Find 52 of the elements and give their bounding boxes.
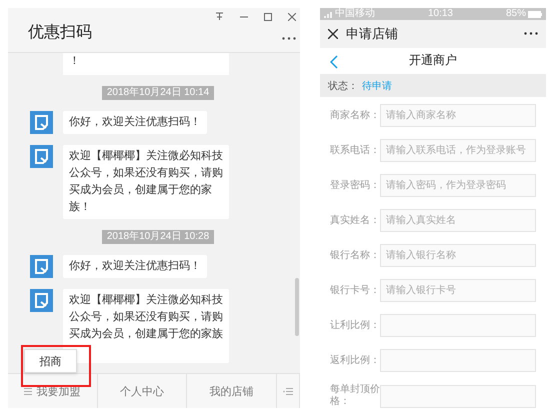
input-field[interactable]: 请输入真实姓名 bbox=[380, 209, 536, 232]
window-title: 优惠扫码 bbox=[28, 22, 92, 43]
field-label: 真实姓名： bbox=[330, 214, 380, 226]
field-label: 返利比例： bbox=[330, 354, 380, 366]
message-bubble: 欢迎【椰椰椰】关注微必知科技公众号，如果还没有购买，请购买成为会员，创建属于您的家族 bbox=[63, 289, 229, 363]
field-label: 商家名称： bbox=[330, 110, 380, 122]
page-title: 申请店铺 bbox=[346, 24, 399, 43]
message-bubble: 欢迎【椰椰椰】关注微必知科技公众号，如果还没有购买，请购买成为会员，创建属于您的家族！ bbox=[63, 145, 229, 219]
timestamp: 2018年10月24日 10:14 bbox=[102, 86, 214, 100]
carrier-label: 中国移动 bbox=[335, 8, 375, 20]
status-value: 待申请 bbox=[362, 80, 392, 93]
avatar-icon bbox=[30, 111, 53, 134]
input-field[interactable]: 请输入银行名称 bbox=[380, 244, 536, 267]
minimize-icon[interactable] bbox=[240, 16, 248, 18]
clock: 10:13 bbox=[428, 8, 453, 20]
signal-icon bbox=[324, 10, 333, 18]
popup-menu-item[interactable]: 招商 bbox=[24, 349, 77, 373]
list-icon bbox=[283, 388, 294, 394]
field-label: 联系电话： bbox=[330, 144, 380, 156]
more-icon[interactable] bbox=[282, 37, 296, 40]
avatar-icon bbox=[30, 289, 53, 312]
input-field[interactable]: 请输入密码，作为登录密码 bbox=[380, 174, 536, 197]
timestamp: 2018年10月24日 10:28 bbox=[102, 230, 214, 244]
message-bubble: 你好，欢迎关注优惠扫码！ bbox=[63, 255, 207, 278]
field-label: 每单封顶价格： bbox=[330, 384, 380, 408]
input-field[interactable]: 请输入联系电话，作为登录账号 bbox=[380, 139, 536, 162]
pin-icon[interactable] bbox=[215, 12, 224, 21]
menu-item[interactable]: 我的店铺 bbox=[187, 374, 278, 408]
field-label: 让利比例： bbox=[330, 320, 380, 332]
maximize-icon[interactable] bbox=[264, 12, 272, 20]
input-field[interactable]: 请输入商家名称 bbox=[380, 104, 536, 127]
status-label: 状态： bbox=[328, 80, 358, 93]
input-field[interactable] bbox=[380, 384, 536, 408]
input-field[interactable] bbox=[380, 349, 536, 372]
back-icon[interactable] bbox=[330, 54, 338, 69]
scrollbar[interactable] bbox=[295, 278, 299, 336]
input-field[interactable] bbox=[380, 314, 536, 337]
battery-percent: 85% bbox=[506, 8, 526, 20]
message-bubble: 你好，欢迎关注优惠扫码！ bbox=[63, 111, 207, 134]
menu-item[interactable]: 个人中心 bbox=[98, 374, 188, 408]
close-icon[interactable] bbox=[328, 28, 338, 39]
avatar-icon bbox=[30, 145, 53, 168]
more-icon[interactable] bbox=[524, 32, 538, 36]
avatar-icon bbox=[30, 255, 53, 278]
field-label: 银行卡号： bbox=[330, 284, 380, 296]
battery-icon bbox=[528, 10, 542, 18]
message-bubble: ！ bbox=[63, 53, 229, 75]
nav-title: 开通商户 bbox=[409, 52, 457, 70]
field-label: 银行名称： bbox=[330, 250, 380, 262]
input-field[interactable]: 请输入银行卡号 bbox=[380, 279, 536, 302]
close-icon[interactable] bbox=[288, 12, 296, 20]
field-label: 登录密码： bbox=[330, 180, 380, 192]
